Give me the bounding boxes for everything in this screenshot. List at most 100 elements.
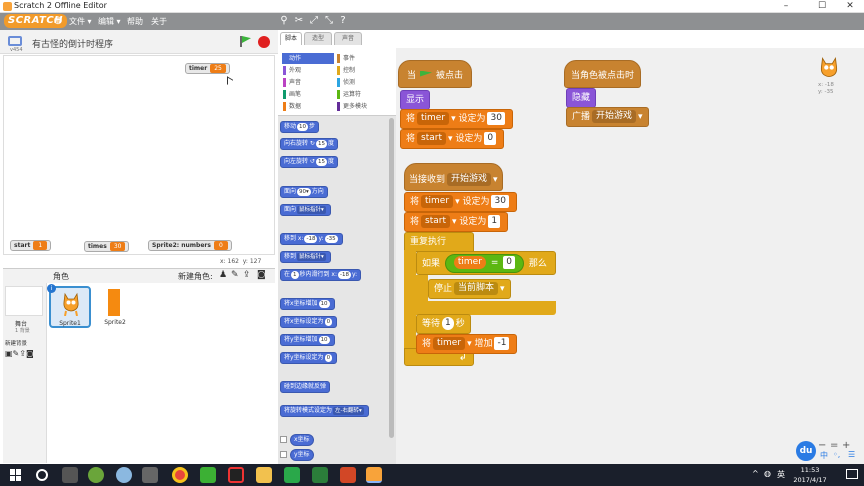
palette-rotation-style-block[interactable]: 将旋转模式设定为 左-右翻转▾	[280, 405, 369, 417]
x-position-checkbox[interactable]	[280, 436, 287, 443]
search-icon[interactable]	[36, 469, 48, 481]
when-i-receive-hat[interactable]: 当接收到 开始游戏 ▾	[404, 163, 503, 191]
y-position-checkbox[interactable]	[280, 451, 287, 458]
grow-icon[interactable]: ⤢	[308, 15, 320, 27]
upload-sprite-icon[interactable]: ⇪	[243, 270, 251, 280]
shield-icon[interactable]	[116, 467, 132, 483]
wechat-icon[interactable]	[200, 467, 216, 483]
category-0[interactable]: 动作	[282, 53, 334, 64]
ime-mode-chinese[interactable]: 中	[820, 450, 828, 461]
app-icon-green[interactable]	[88, 467, 104, 483]
palette-glide-block[interactable]: 在 1 秒内滑行到 x: -18 y:	[280, 269, 362, 281]
menu-edit[interactable]: 编辑 ▾	[98, 13, 121, 30]
taskbar-clock[interactable]: 11:53 2017/4/17	[788, 465, 832, 485]
app-icon-gray[interactable]	[142, 467, 158, 483]
maximize-button[interactable]: ☐	[808, 0, 836, 13]
palette-change-y-block[interactable]: 将y坐标增加 10	[280, 334, 335, 346]
category-9[interactable]: 更多模块	[336, 101, 388, 112]
palette-turn-right-block[interactable]: 向右旋转 ↻ 15 度	[280, 138, 338, 150]
qq-icon[interactable]	[228, 467, 244, 483]
wait-block[interactable]: 等待 1 秒	[416, 314, 471, 334]
palette-y-position-reporter[interactable]: y坐标	[290, 449, 314, 461]
calculator-icon[interactable]	[62, 467, 78, 483]
broadcast-block[interactable]: 广播 开始游戏 ▾	[566, 107, 649, 127]
scratch-taskbar-icon[interactable]	[366, 467, 382, 483]
baidu-ime-icon[interactable]: du	[796, 441, 816, 461]
chrome-icon[interactable]	[172, 467, 188, 483]
category-7[interactable]: 运算符	[336, 89, 388, 100]
palette-set-x-block[interactable]: 将x坐标设定为 0	[280, 316, 338, 328]
palette-x-position-reporter[interactable]: x坐标	[290, 434, 314, 446]
lang-indicator[interactable]: 英	[777, 469, 785, 480]
change-timer-block[interactable]: 将 timer ▾ 增加 -1	[416, 334, 518, 354]
palette-goto-xy-block[interactable]: 移到 x: -18 y: -35	[280, 233, 343, 245]
green-flag-icon[interactable]	[240, 36, 251, 47]
monitor-start[interactable]: start 1	[10, 240, 52, 251]
app-icon-c[interactable]	[284, 467, 300, 483]
help-icon[interactable]: ?	[337, 15, 349, 27]
show-block[interactable]: 显示	[400, 90, 431, 110]
app-icon-dark-green[interactable]	[312, 467, 328, 483]
category-1[interactable]: 事件	[336, 53, 388, 64]
category-2[interactable]: 外观	[282, 65, 334, 76]
category-3[interactable]: 控制	[336, 65, 388, 76]
menu-file[interactable]: 文件 ▾	[69, 13, 92, 30]
palette-bounce-block[interactable]: 碰到边缘就反弹	[280, 381, 331, 393]
project-title[interactable]: 有古怪的倒计时程序	[32, 37, 113, 50]
cut-icon[interactable]: ✂	[293, 15, 305, 27]
menu-help[interactable]: 帮助	[127, 13, 143, 30]
sprite-library-icon[interactable]: ♟	[219, 270, 227, 280]
set-timer-block[interactable]: 将 timer ▾ 设定为 30	[400, 109, 513, 129]
hide-block[interactable]: 隐藏	[566, 88, 597, 108]
stop-icon[interactable]	[258, 36, 270, 48]
sprite-thumbnail-sprite2[interactable]: Sprite2	[94, 286, 136, 328]
globe-icon[interactable]: ◍	[52, 15, 64, 27]
palette-point-towards-block[interactable]: 面向 鼠标指针▾	[280, 204, 331, 216]
ime-settings-icon[interactable]: ☰	[848, 450, 855, 459]
presentation-mode-icon[interactable]	[8, 36, 22, 46]
stop-block[interactable]: 停止 当前脚本 ▾	[428, 279, 511, 299]
when-flag-clicked-hat[interactable]: 当被点击	[398, 60, 473, 88]
category-4[interactable]: 声音	[282, 77, 334, 88]
palette-turn-left-block[interactable]: 向左旋转 ↺ 15 度	[280, 156, 338, 168]
monitor-timer[interactable]: timer 25	[185, 63, 230, 74]
category-8[interactable]: 数据	[282, 101, 334, 112]
monitor-sprite2-numbers[interactable]: Sprite2: numbers 0	[148, 240, 232, 251]
stamp-icon[interactable]: ⚲	[278, 15, 290, 27]
tab-costumes[interactable]: 造型	[304, 32, 332, 45]
set-timer-block-2[interactable]: 将 timer ▾ 设定为 30	[404, 192, 517, 212]
menu-about[interactable]: 关于	[151, 13, 167, 30]
stage-thumbnail[interactable]	[5, 286, 43, 316]
when-sprite-clicked-hat[interactable]: 当角色被点击时	[564, 60, 642, 88]
palette-change-x-block[interactable]: 将x坐标增加 10	[280, 298, 335, 310]
category-5[interactable]: 侦测	[336, 77, 388, 88]
palette-scrollbar[interactable]	[389, 118, 394, 438]
monitor-times[interactable]: times 30	[84, 241, 130, 252]
paint-sprite-icon[interactable]: ✎	[231, 270, 239, 280]
powerpoint-icon[interactable]	[340, 467, 356, 483]
close-button[interactable]: ✕	[836, 0, 864, 13]
palette-move-block[interactable]: 移动 10 步	[280, 121, 320, 133]
shrink-icon[interactable]: ⤡	[323, 15, 335, 27]
palette-point-direction-block[interactable]: 面向 90▾ 方向	[280, 186, 328, 198]
tab-sounds[interactable]: 声音	[334, 32, 362, 45]
tray-chevron-icon[interactable]: ^	[752, 469, 759, 478]
minimize-button[interactable]: –	[772, 0, 800, 13]
info-icon[interactable]: i	[47, 284, 56, 293]
network-icon[interactable]: ◍	[764, 469, 771, 478]
set-start-block[interactable]: 将 start ▾ 设定为 0	[400, 129, 505, 149]
stage-canvas[interactable]: timer 25 start 1 times 30 Sprite2: numbers 0	[3, 55, 275, 255]
backdrop-tools-icon[interactable]: ▣✎⇪◙	[5, 349, 34, 358]
sprite-thumbnail-sprite1[interactable]: i Sprite1	[47, 284, 91, 328]
category-6[interactable]: 画笔	[282, 89, 334, 100]
palette-goto-block[interactable]: 移到 鼠标指针▾	[280, 251, 331, 263]
file-explorer-icon[interactable]	[256, 467, 272, 483]
camera-icon[interactable]: ◙	[257, 270, 266, 280]
ime-punct-icon[interactable]: ◦,	[833, 450, 840, 459]
set-start-block-2[interactable]: 将 start ▾ 设定为 1	[404, 212, 509, 232]
notification-icon[interactable]	[846, 469, 858, 479]
palette-set-y-block[interactable]: 将y坐标设定为 0	[280, 352, 338, 364]
tab-scripts[interactable]: 脚本	[280, 32, 302, 45]
windows-start-icon[interactable]	[10, 469, 22, 481]
script-area[interactable]: 当被点击 显示 将 timer ▾ 设定为 30 将 start ▾ 设定为 0 当角色被点…	[396, 48, 864, 464]
